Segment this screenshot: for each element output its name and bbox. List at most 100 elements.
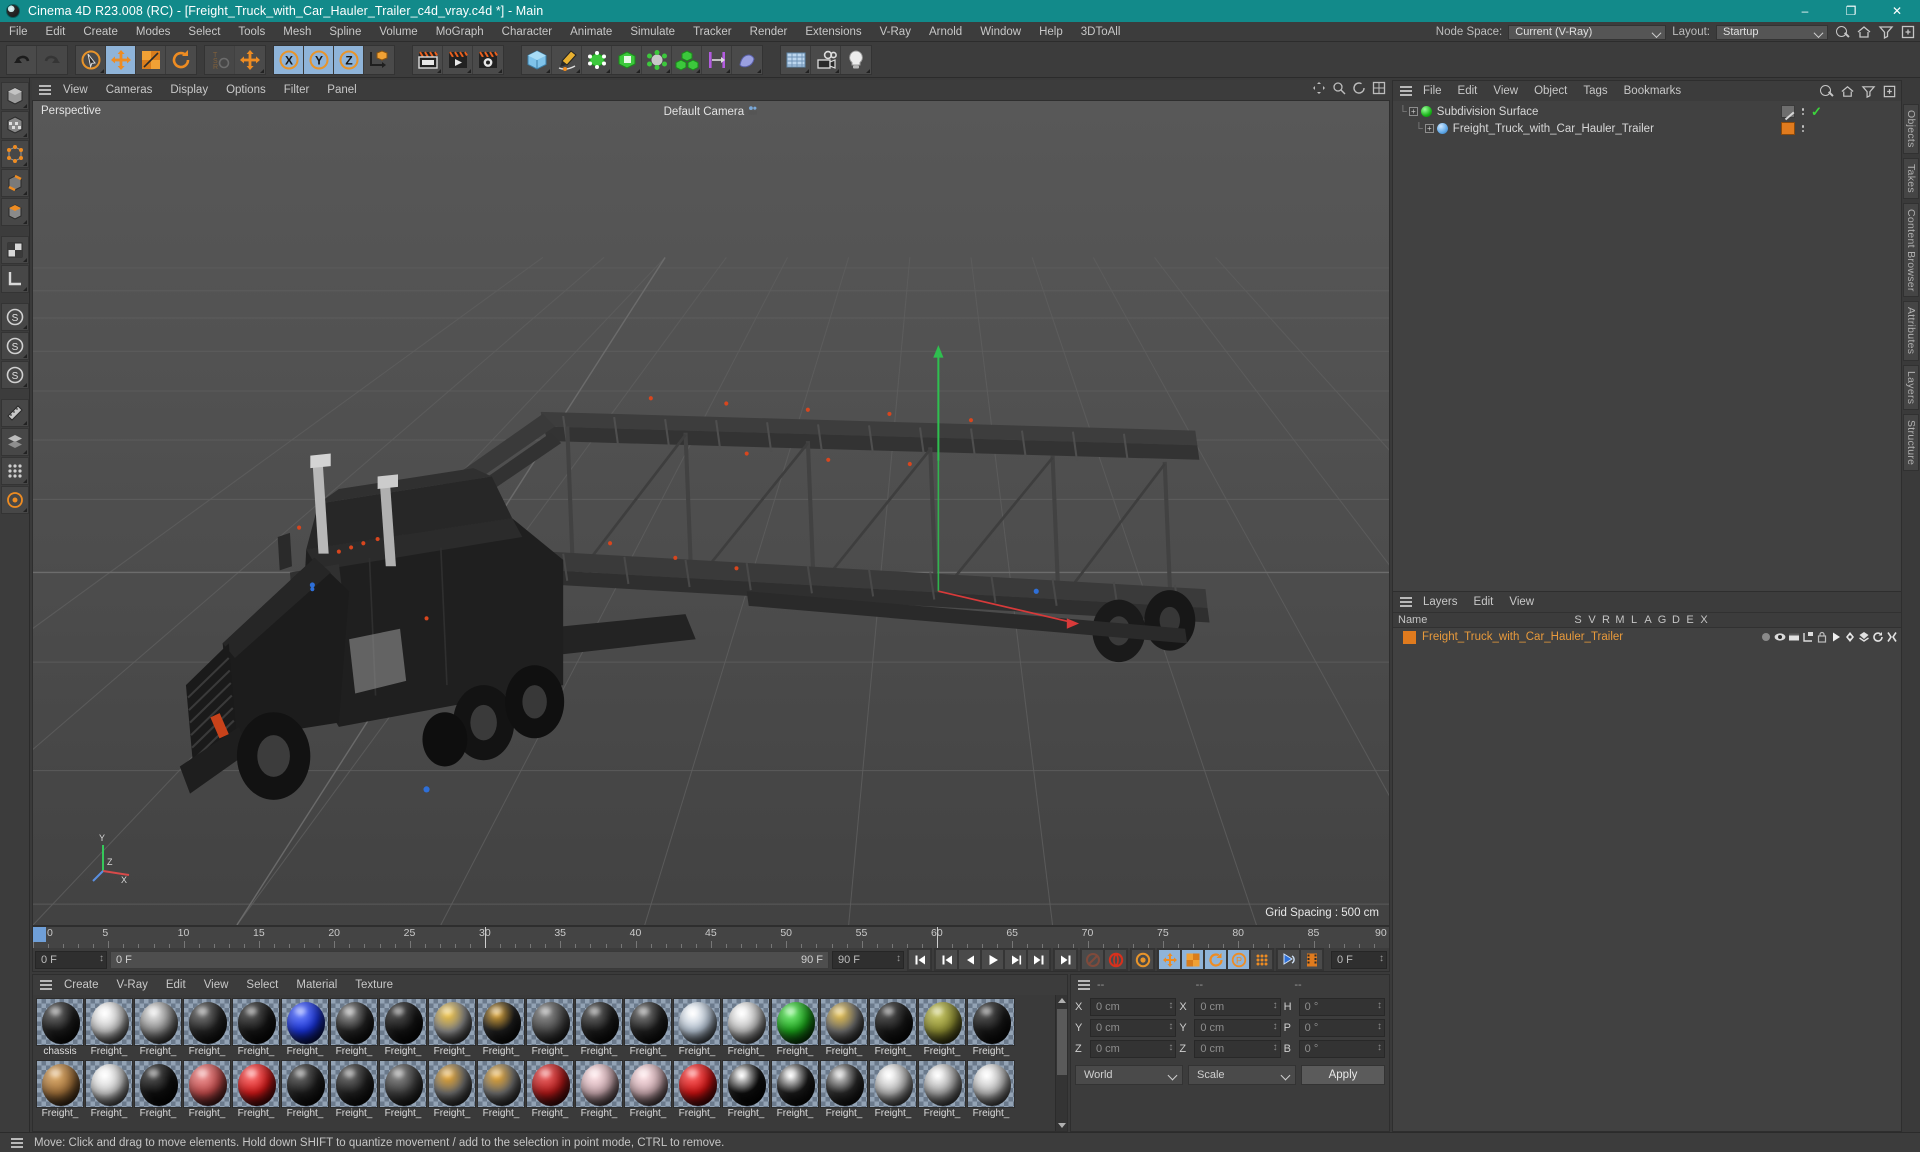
- menu-modes[interactable]: Modes: [127, 22, 180, 42]
- position-y-field[interactable]: 0 cm: [1090, 1019, 1177, 1037]
- zoom-icon[interactable]: [1332, 81, 1346, 95]
- object-row[interactable]: └ + Freight_Truck_with_Car_Hauler_Trailer: [1393, 120, 1901, 137]
- move-tool[interactable]: [106, 45, 136, 74]
- apply-button[interactable]: Apply: [1301, 1065, 1385, 1085]
- lock-z-button[interactable]: Z: [334, 45, 364, 74]
- array-generator-button[interactable]: [612, 45, 642, 74]
- menu-extensions[interactable]: Extensions: [796, 22, 870, 42]
- menu-tracker[interactable]: Tracker: [684, 22, 741, 42]
- model-mode-button[interactable]: [0, 82, 29, 110]
- material-swatch[interactable]: Freight_: [869, 1060, 917, 1120]
- mograph-button[interactable]: [672, 45, 702, 74]
- texture-mode-button[interactable]: [0, 111, 29, 139]
- material-swatch[interactable]: Freight_: [428, 1060, 476, 1120]
- menu-mesh[interactable]: Mesh: [274, 22, 320, 42]
- node-space-select[interactable]: Current (V-Ray): [1508, 24, 1667, 40]
- pan-icon[interactable]: [1312, 81, 1326, 95]
- material-swatch[interactable]: Freight_: [820, 1060, 868, 1120]
- xref-icon[interactable]: [1885, 631, 1899, 643]
- point-level-animation-button[interactable]: [1250, 949, 1273, 970]
- material-swatch[interactable]: Freight_: [526, 1060, 574, 1120]
- expression-icon[interactable]: [1871, 631, 1885, 643]
- material-swatch[interactable]: Freight_: [722, 1060, 770, 1120]
- home-level-icon[interactable]: [1840, 84, 1855, 99]
- viewport-menu-options[interactable]: Options: [217, 80, 275, 100]
- size-mode-select[interactable]: Scale: [1188, 1065, 1296, 1085]
- material-swatch[interactable]: Freight_: [673, 1060, 721, 1120]
- scale-key-button[interactable]: [1181, 949, 1204, 970]
- keyframe-selection-button[interactable]: [1131, 949, 1154, 970]
- material-swatch[interactable]: Freight_: [134, 1060, 182, 1120]
- material-swatch[interactable]: Freight_: [379, 1060, 427, 1120]
- coordinate-system-select[interactable]: World: [1075, 1065, 1183, 1085]
- material-swatch[interactable]: Freight_: [918, 998, 966, 1058]
- menu-animate[interactable]: Animate: [561, 22, 621, 42]
- layout-select[interactable]: Startup: [1716, 24, 1828, 40]
- timeline-ruler[interactable]: 051015202530354045505560657075808590: [32, 926, 1390, 948]
- menu-select[interactable]: Select: [179, 22, 229, 42]
- current-frame-field[interactable]: 0 F: [35, 950, 107, 969]
- expand-toggle-icon[interactable]: +: [1424, 124, 1434, 133]
- minimize-button[interactable]: –: [1782, 0, 1828, 22]
- material-menu-material[interactable]: Material: [287, 975, 346, 995]
- preview-range-bar[interactable]: 0 F 90 F: [110, 950, 829, 969]
- redo-button[interactable]: [37, 45, 67, 74]
- material-swatch[interactable]: Freight_: [232, 1060, 280, 1120]
- measure-icon[interactable]: [0, 399, 29, 427]
- object-menu-edit[interactable]: Edit: [1450, 81, 1486, 101]
- size-y-field[interactable]: 0 cm: [1194, 1019, 1281, 1037]
- position-x-field[interactable]: 0 cm: [1090, 998, 1177, 1016]
- menu-simulate[interactable]: Simulate: [621, 22, 684, 42]
- add-panel-icon[interactable]: [1900, 24, 1916, 40]
- material-menu-create[interactable]: Create: [55, 975, 108, 995]
- material-swatch[interactable]: Freight_: [428, 998, 476, 1058]
- home-icon[interactable]: [1856, 24, 1872, 40]
- generator-icon[interactable]: [1843, 631, 1857, 643]
- filter-icon[interactable]: [1878, 24, 1894, 40]
- field-button[interactable]: [732, 45, 762, 74]
- visibility-dots-icon[interactable]: [1800, 125, 1806, 132]
- enable-axis-button[interactable]: S: [0, 303, 29, 331]
- menu-mograph[interactable]: MoGraph: [427, 22, 493, 42]
- go-to-next-keyframe-button[interactable]: [1027, 949, 1050, 970]
- deformer-button[interactable]: [642, 45, 672, 74]
- material-swatch[interactable]: Freight_: [624, 1060, 672, 1120]
- layer-row[interactable]: Freight_Truck_with_Car_Hauler_Trailer: [1393, 628, 1901, 646]
- material-swatch[interactable]: Freight_: [330, 998, 378, 1058]
- close-button[interactable]: ✕: [1874, 0, 1920, 22]
- parameter-key-button[interactable]: P: [1227, 949, 1250, 970]
- quantize-button[interactable]: S: [0, 361, 29, 389]
- material-swatch[interactable]: Freight_: [36, 1060, 84, 1120]
- layer-menu-edit[interactable]: Edit: [1466, 592, 1502, 612]
- menu-volume[interactable]: Volume: [370, 22, 426, 42]
- rotate-tool[interactable]: [166, 45, 196, 74]
- viewport-solo-button[interactable]: [0, 236, 29, 264]
- material-swatch[interactable]: Freight_: [771, 1060, 819, 1120]
- material-swatch[interactable]: Freight_: [281, 998, 329, 1058]
- solo-dot-icon[interactable]: [1759, 631, 1773, 643]
- viewport-menu-cameras[interactable]: Cameras: [97, 80, 162, 100]
- viewport-menu-view[interactable]: View: [54, 80, 97, 100]
- material-swatch[interactable]: Freight_: [134, 998, 182, 1058]
- render-to-picture-viewer-button[interactable]: [443, 45, 473, 74]
- right-frame-field[interactable]: 0 F: [1331, 950, 1387, 969]
- search-icon[interactable]: [1834, 24, 1850, 40]
- add-object-icon[interactable]: [1882, 84, 1897, 99]
- menu-3dtoall[interactable]: 3DToAll: [1072, 22, 1130, 42]
- viewport-menu-panel[interactable]: Panel: [318, 80, 365, 100]
- render-icon[interactable]: [1787, 631, 1801, 643]
- layer-menu-layers[interactable]: Layers: [1415, 592, 1466, 612]
- rotation-p-field[interactable]: 0 °: [1298, 1019, 1385, 1037]
- material-swatch[interactable]: Freight_: [330, 1060, 378, 1120]
- menu-help[interactable]: Help: [1030, 22, 1072, 42]
- maximize-button[interactable]: ❐: [1828, 0, 1874, 22]
- material-swatch[interactable]: chassis: [36, 998, 84, 1058]
- object-search-icon[interactable]: [1818, 83, 1834, 99]
- rotate-view-icon[interactable]: [1352, 81, 1366, 95]
- menu-arnold[interactable]: Arnold: [920, 22, 971, 42]
- material-swatch[interactable]: Freight_: [85, 1060, 133, 1120]
- lock-y-button[interactable]: Y: [304, 45, 334, 74]
- deformer-icon[interactable]: [1857, 631, 1871, 643]
- tsr-tool[interactable]: TSR: [205, 45, 235, 74]
- record-active-objects-button[interactable]: [1081, 949, 1104, 970]
